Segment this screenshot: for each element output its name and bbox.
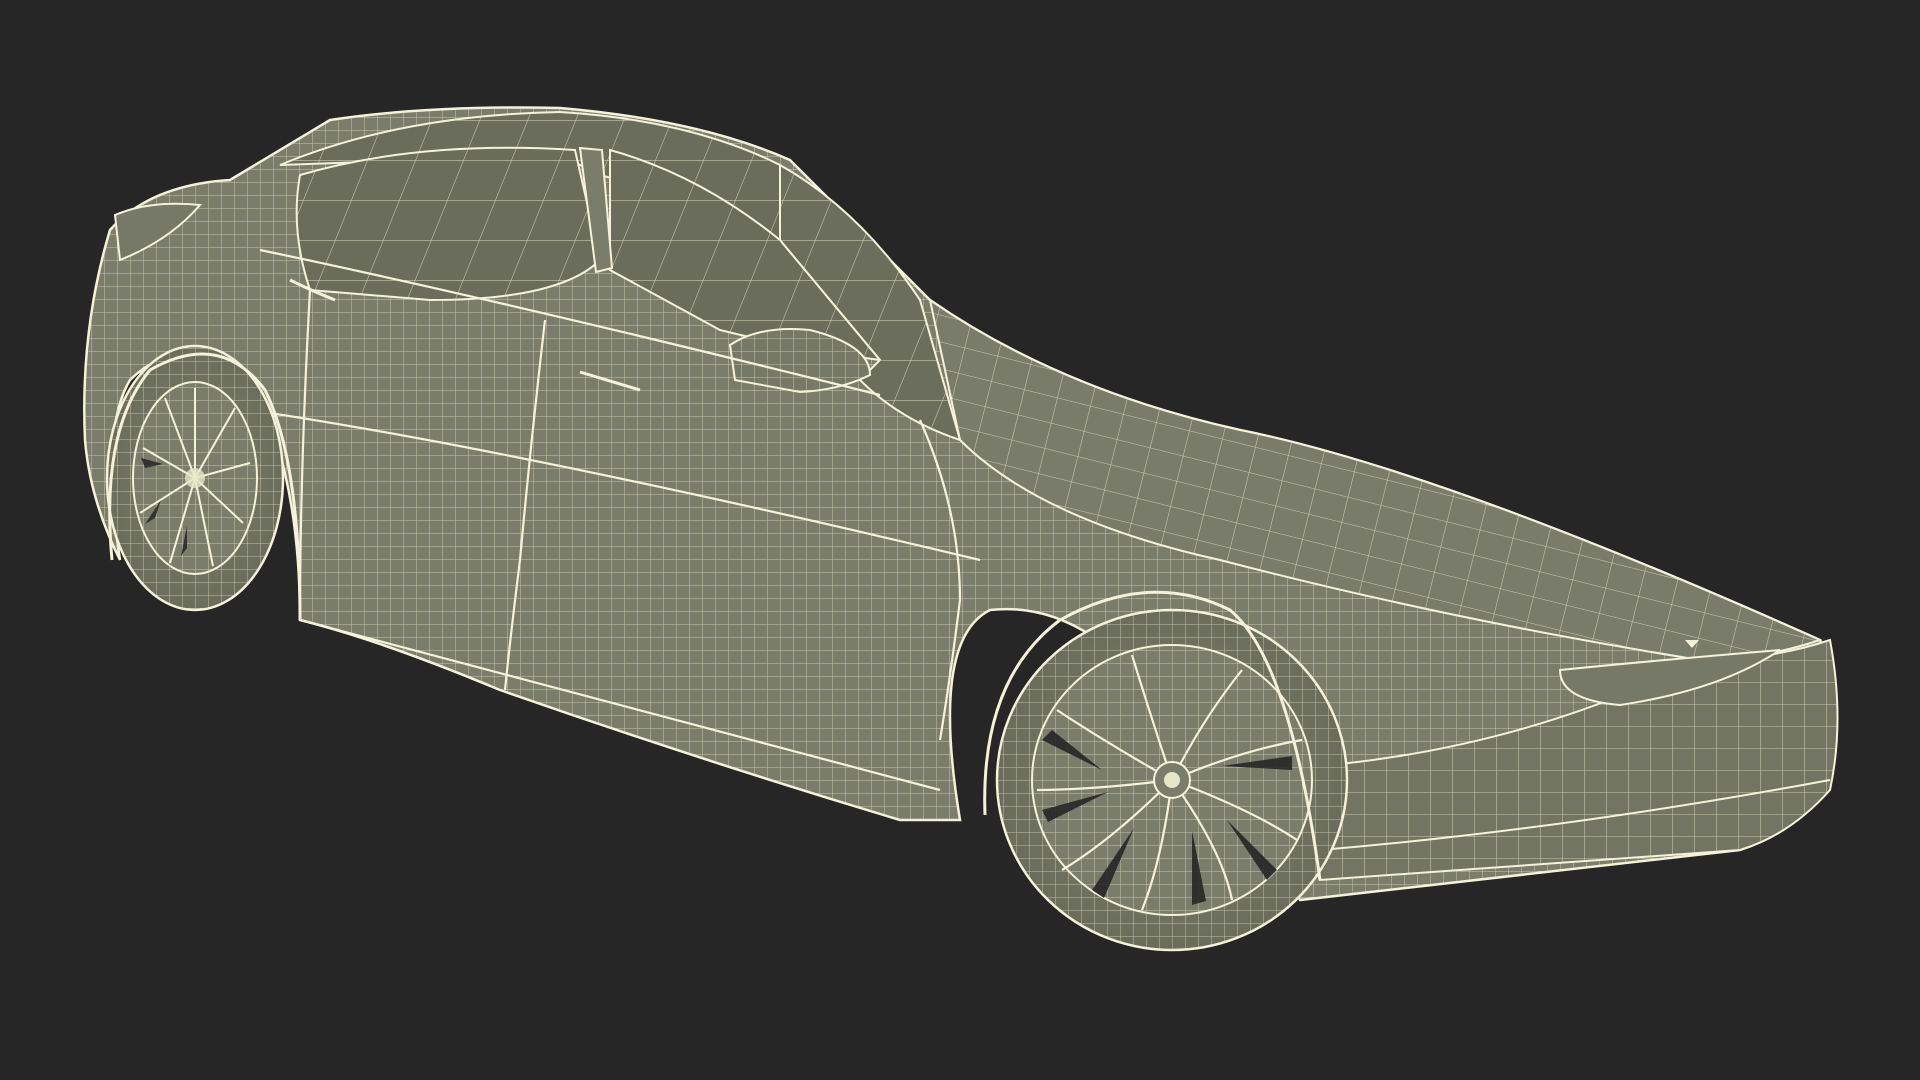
car-wireframe-model: [83, 106, 1839, 952]
front-wheel: [995, 608, 1349, 952]
3d-viewport[interactable]: [0, 0, 1920, 1080]
rear-wheel: [105, 344, 285, 612]
